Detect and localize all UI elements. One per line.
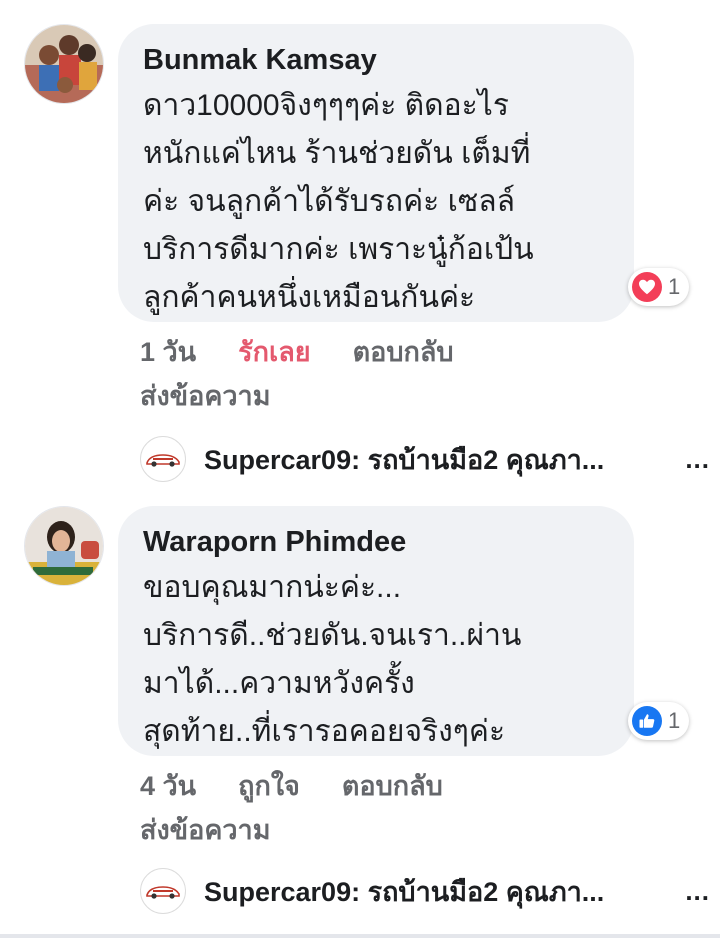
reply-preview-text[interactable]: Supercar09: รถบ้านมือ2 คุณภา...: [204, 438, 671, 481]
comment-text: ดาว10000จิงๆๆๆค่ะ ติดอะไร หนักแค่ไหน ร้า…: [143, 82, 608, 322]
page-logo-icon: [140, 436, 186, 482]
reply-button[interactable]: ตอบกลับ: [342, 764, 443, 807]
comment-actions: 1 วัน รักเลย ตอบกลับ: [140, 330, 454, 373]
heart-icon: [632, 272, 662, 302]
comment-bubble: Waraporn Phimdee ขอบคุณมากน่ะค่ะ... บริก…: [118, 506, 634, 756]
comment-time[interactable]: 1 วัน: [140, 330, 196, 373]
love-button[interactable]: รักเลย: [238, 330, 310, 373]
comment-line: บริการดี..ช่วยดัน.จนเรา..ผ่าน: [143, 619, 522, 652]
reaction-count: 1: [668, 708, 681, 733]
more-options-icon[interactable]: ...: [685, 444, 710, 475]
comment-line: ลูกค้าคนหนึ่งเหมือนกันค่ะ: [143, 281, 476, 314]
reply-preview[interactable]: Supercar09: รถบ้านมือ2 คุณภา... ...: [140, 434, 710, 484]
commenter-avatar[interactable]: [24, 24, 104, 104]
avatar-photo: [25, 507, 103, 585]
comment-line: หนักแค่ไหน ร้านช่วยดัน เต็มที่: [143, 137, 531, 170]
comment-time[interactable]: 4 วัน: [140, 764, 196, 807]
comment-bubble: Bunmak Kamsay ดาว10000จิงๆๆๆค่ะ ติดอะไร …: [118, 24, 634, 322]
comment-line: สุดท้าย..ที่เรารอคอยจริงๆค่ะ: [143, 715, 506, 748]
reaction-count: 1: [668, 274, 681, 299]
like-button[interactable]: ถูกใจ: [238, 764, 300, 807]
comment-author[interactable]: Bunmak Kamsay: [143, 42, 608, 78]
comment-line: ค่ะ จนลูกค้าได้รับรถค่ะ เซลล์: [143, 185, 515, 218]
comment-author[interactable]: Waraporn Phimdee: [143, 524, 608, 560]
more-options-icon[interactable]: ...: [685, 876, 710, 907]
reaction-badge[interactable]: 1: [628, 702, 690, 740]
comment-line: ขอบคุณมากน่ะค่ะ...: [143, 571, 402, 604]
reply-preview[interactable]: Supercar09: รถบ้านมือ2 คุณภา... ...: [140, 866, 710, 916]
comment-line: บริการดีมากค่ะ เพราะนู๋ก้อเป้น: [143, 233, 534, 266]
comment-actions: 4 วัน ถูกใจ ตอบกลับ: [140, 764, 443, 807]
send-message-button[interactable]: ส่งข้อความ: [140, 808, 271, 851]
commenter-avatar[interactable]: [24, 506, 104, 586]
divider: [0, 934, 720, 938]
comment-line: ดาว10000จิงๆๆๆค่ะ ติดอะไร: [143, 89, 509, 122]
thumbs-up-icon: [632, 706, 662, 736]
comment-text: ขอบคุณมากน่ะค่ะ... บริการดี..ช่วยดัน.จนเ…: [143, 564, 608, 756]
comments-page: Bunmak Kamsay ดาว10000จิงๆๆๆค่ะ ติดอะไร …: [0, 0, 720, 938]
reply-button[interactable]: ตอบกลับ: [353, 330, 454, 373]
comment-line: มาได้...ความหวังครั้ง: [143, 667, 415, 700]
send-message-button[interactable]: ส่งข้อความ: [140, 374, 271, 417]
avatar-photo: [25, 25, 103, 103]
page-logo-icon: [140, 868, 186, 914]
reaction-badge[interactable]: 1: [628, 268, 690, 306]
reply-preview-text[interactable]: Supercar09: รถบ้านมือ2 คุณภา...: [204, 870, 671, 913]
